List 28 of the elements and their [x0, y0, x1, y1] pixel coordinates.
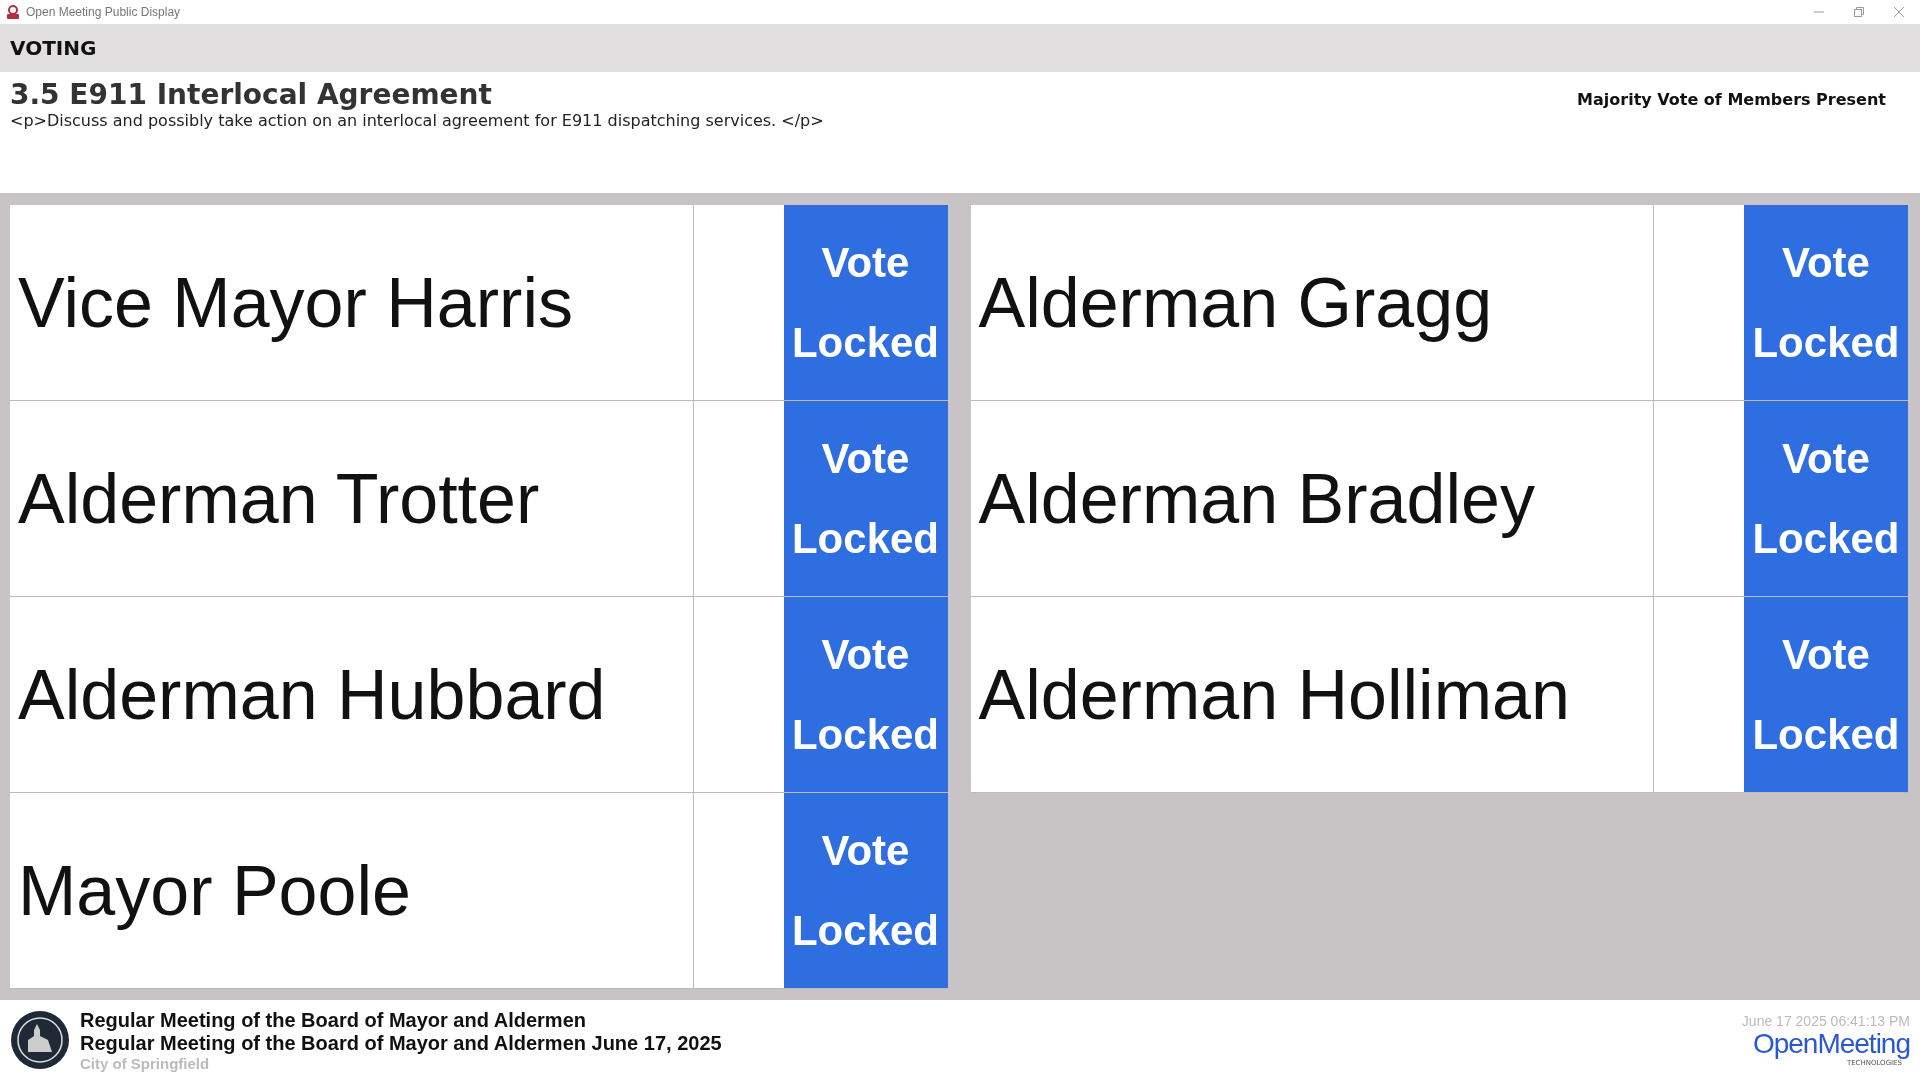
brand-logo: OpenMeeting	[1752, 1029, 1910, 1059]
vote-status: Vote Locked	[783, 205, 948, 400]
organization-name: City of Springfield	[80, 1054, 211, 1072]
vote-status: Vote Locked	[1744, 205, 1908, 400]
agenda-item-title: 3.5 E911 Interlocal Agreement	[10, 78, 493, 111]
member-name: Alderman Holliman	[970, 597, 1654, 792]
section-label: VOTING	[10, 36, 97, 60]
vote-status: Vote Locked	[783, 401, 948, 596]
vote-status: Vote Locked	[1744, 401, 1908, 596]
timestamp: June 17 2025 06:41:13 PM	[1741, 1013, 1910, 1029]
member-name: Alderman Bradley	[970, 401, 1654, 596]
member-name: Alderman Hubbard	[10, 597, 694, 792]
meeting-date: Regular Meeting of the Board of Mayor and Aldermen June 17, 2025	[80, 1031, 722, 1055]
vote-status: Vote Locked	[1744, 597, 1908, 792]
meeting-title: Regular Meeting of the Board of Mayor and Aldermen	[80, 1008, 587, 1032]
member-name: Alderman Trotter	[10, 401, 694, 596]
member-name: Vice Mayor Harris	[10, 205, 694, 400]
member-name: Alderman Gragg	[970, 205, 1654, 400]
member-name: Mayor Poole	[10, 793, 694, 988]
restore-icon[interactable]	[1854, 7, 1864, 17]
agenda-item-description: <p>Discuss and possibly take action on an interlocal agreement for E911 dispatching services. </p>	[10, 111, 824, 130]
window-title: Open Meeting Public Display	[26, 5, 181, 19]
app-icon	[6, 5, 20, 19]
vote-status: Vote Locked	[783, 597, 948, 792]
close-icon[interactable]	[1894, 7, 1904, 17]
vote-status: Vote Locked	[783, 793, 948, 988]
city-seal-icon	[10, 1010, 70, 1070]
vote-type: Majority Vote of Members Present	[1577, 89, 1887, 111]
